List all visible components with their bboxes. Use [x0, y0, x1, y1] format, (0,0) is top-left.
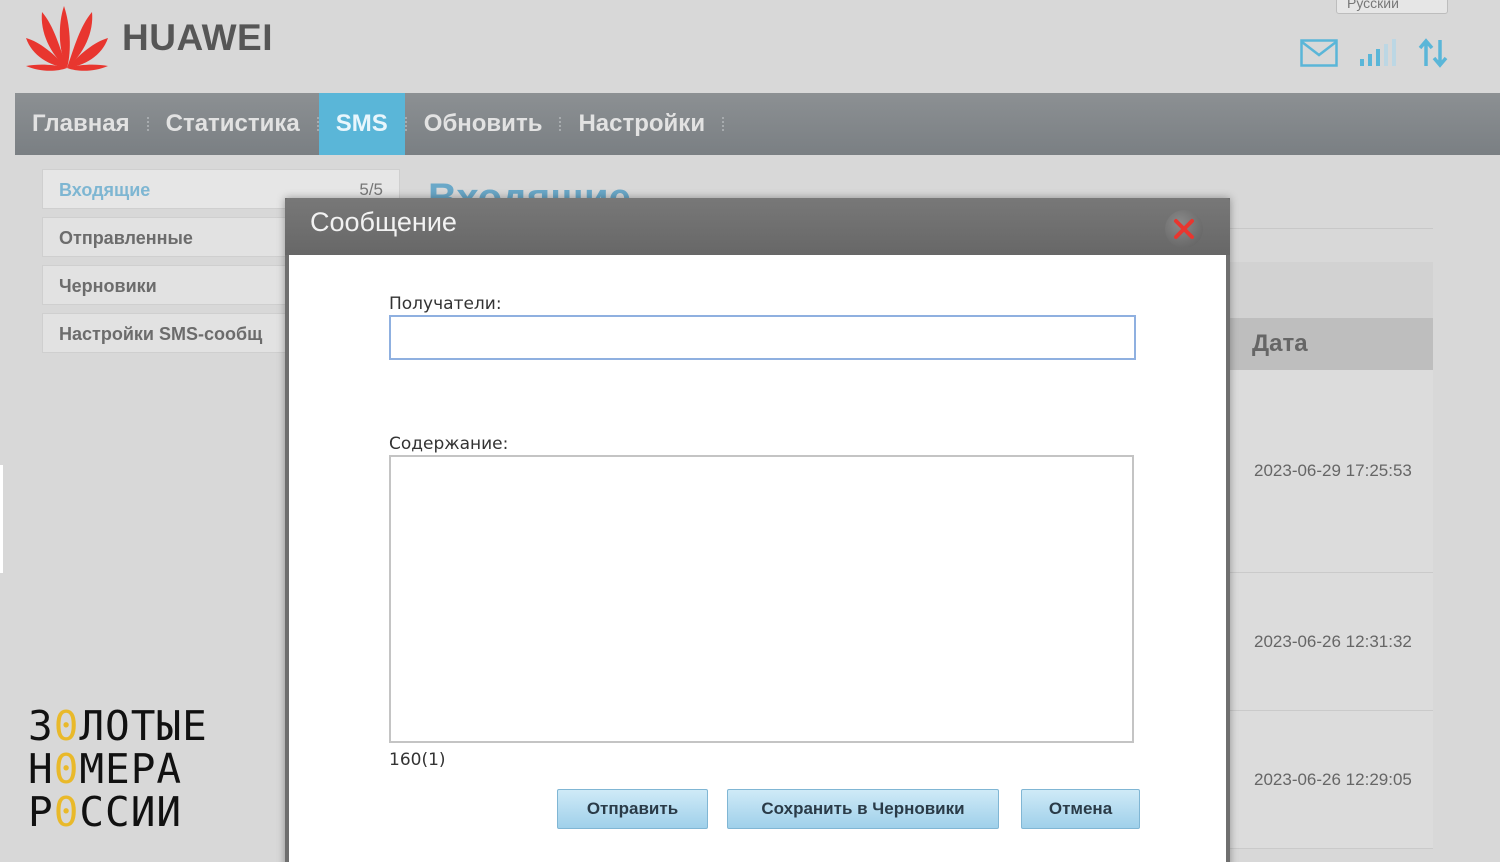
nav-settings[interactable]: Настройки: [561, 93, 722, 155]
sidebar-item-label: Отправленные: [59, 228, 193, 248]
nav-home[interactable]: Главная: [15, 93, 147, 155]
watermark-line-3: Р0ССИИ: [28, 788, 183, 836]
table-toolbar: [1228, 262, 1433, 318]
save-draft-button[interactable]: Сохранить в Черновики: [727, 789, 999, 829]
nav-statistics[interactable]: Статистика: [149, 93, 317, 155]
cancel-button[interactable]: Отмена: [1021, 789, 1140, 829]
content-label: Содержание:: [389, 434, 509, 454]
transfer-icon: [1418, 38, 1448, 68]
mail-icon[interactable]: [1300, 39, 1338, 67]
table-row[interactable]: 2023-06-26 12:29:05: [1228, 711, 1433, 849]
close-button[interactable]: [1165, 210, 1203, 248]
recipients-input[interactable]: [389, 315, 1136, 360]
dialog-header: Сообщение: [285, 198, 1230, 255]
date-column-header: Дата: [1228, 318, 1433, 370]
inbox-count: 5/5: [359, 180, 383, 199]
message-date: 2023-06-26 12:31:32: [1254, 631, 1412, 651]
huawei-logo-icon: [26, 6, 108, 71]
sidebar-item-label: Входящие: [59, 180, 151, 200]
recipients-label: Получатели:: [389, 294, 502, 314]
brand-name: HUAWEI: [122, 17, 273, 58]
send-button[interactable]: Отправить: [557, 789, 708, 829]
table-row[interactable]: 2023-06-26 12:31:32: [1228, 573, 1433, 711]
watermark-line-1: З0ЛОТЫЕ: [28, 702, 208, 750]
table-row[interactable]: 2023-06-29 17:25:53: [1228, 370, 1433, 573]
message-date: 2023-06-29 17:25:53: [1254, 461, 1412, 480]
message-content-textarea[interactable]: [389, 455, 1134, 743]
sidebar-item-label: Настройки SMS-сообщ: [59, 324, 263, 344]
brand: HUAWEI: [22, 2, 273, 74]
new-message-dialog: Сообщение Получатели: Содержание: 160(1)…: [285, 198, 1230, 862]
edge-marker: [0, 465, 3, 573]
nav-update[interactable]: Обновить: [407, 93, 560, 155]
message-date: 2023-06-26 12:29:05: [1254, 769, 1412, 789]
nav-sms[interactable]: SMS: [318, 93, 405, 155]
character-counter: 160(1): [389, 750, 446, 770]
dialog-title: Сообщение: [310, 207, 457, 237]
signal-icon: [1360, 39, 1396, 66]
watermark-logo: З0ЛОТЫЕ Н0МЕРА Р0ССИИ: [28, 705, 208, 834]
nav-divider: [722, 117, 725, 131]
close-icon: [1174, 219, 1194, 239]
watermark-line-2: Н0МЕРА: [28, 745, 183, 793]
main-navbar: Главная Статистика SMS Обновить Настройк…: [15, 93, 1500, 155]
sidebar-item-label: Черновики: [59, 276, 157, 296]
language-select[interactable]: Русский: [1336, 0, 1448, 14]
status-icons: [1300, 38, 1448, 68]
